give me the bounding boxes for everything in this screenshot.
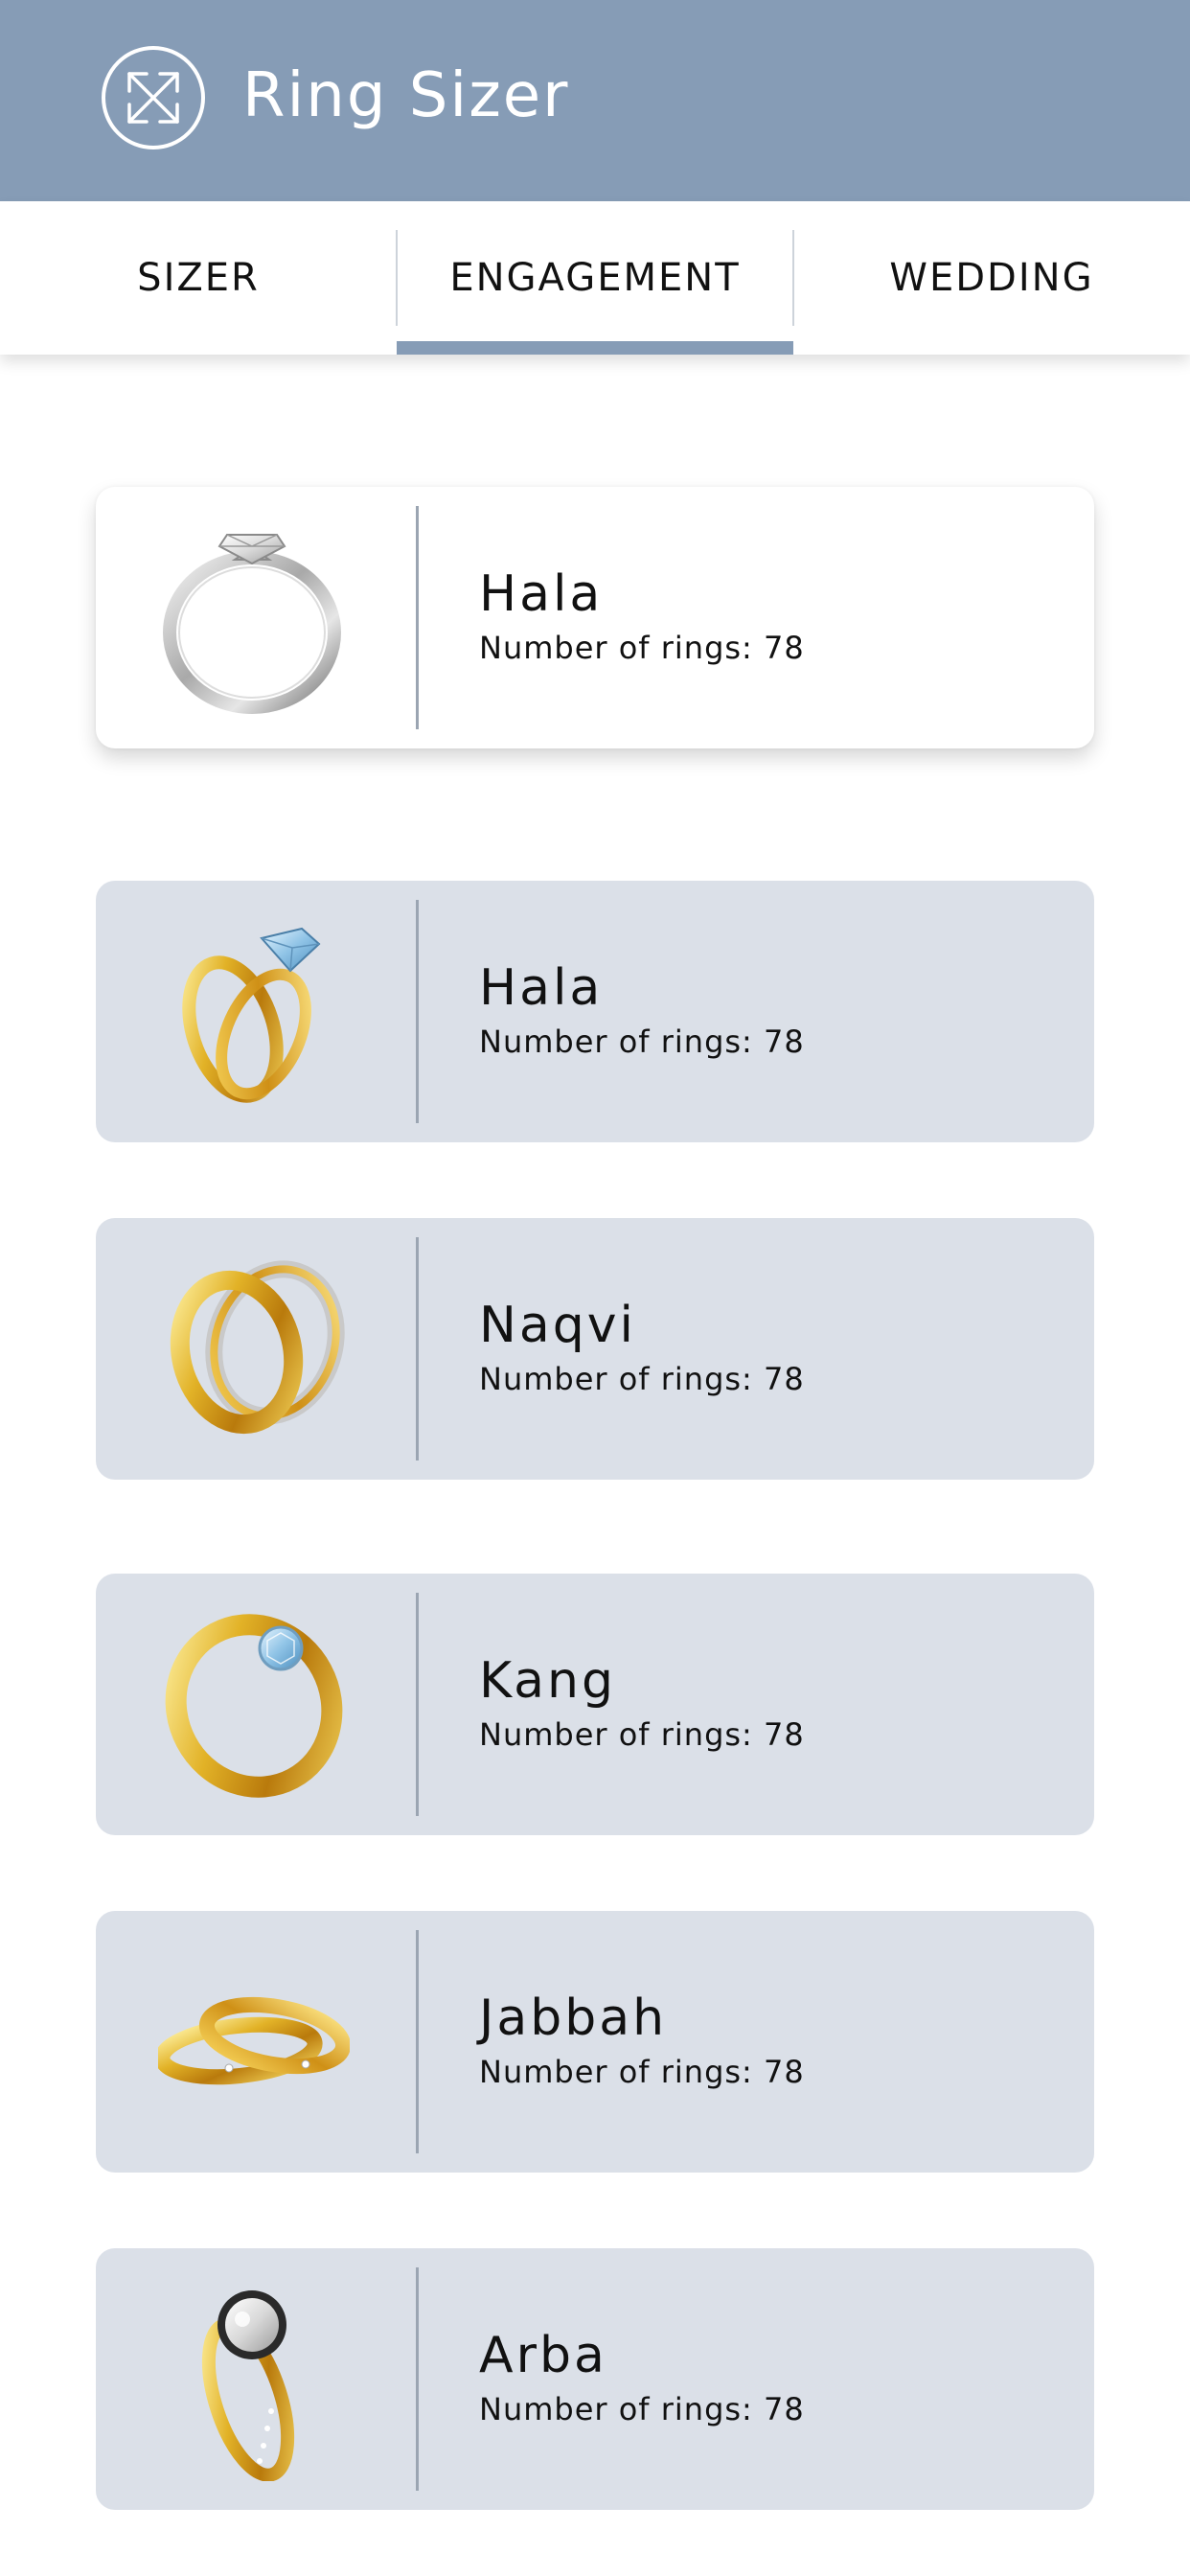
card-ring-count: Number of rings: 78 xyxy=(479,2054,805,2090)
ring-card[interactable]: Naqvi Number of rings: 78 xyxy=(96,1218,1094,1480)
active-tab-indicator xyxy=(397,341,793,355)
card-divider xyxy=(416,1237,419,1460)
gold-stacked-bands-icon xyxy=(153,1940,355,2144)
tab-engagement[interactable]: ENGAGEMENT xyxy=(397,201,793,355)
ring-card[interactable]: Kang Number of rings: 78 xyxy=(96,1574,1094,1835)
card-name: Hala xyxy=(479,959,604,1017)
ring-card[interactable]: Arba Number of rings: 78 xyxy=(96,2248,1094,2510)
gold-wedding-bands-icon xyxy=(153,1247,355,1451)
gold-cluster-ring-icon xyxy=(153,2277,355,2481)
app-root: Ring Sizer SIZER ENGAGEMENT WEDDING Hala… xyxy=(0,0,1190,2576)
ring-card[interactable]: Jabbah Number of rings: 78 xyxy=(96,1911,1094,2173)
app-header: Ring Sizer xyxy=(0,0,1190,201)
card-divider xyxy=(416,900,419,1123)
card-ring-count: Number of rings: 78 xyxy=(479,1024,805,1060)
card-divider xyxy=(416,2267,419,2491)
tab-bar: SIZER ENGAGEMENT WEDDING xyxy=(0,201,1190,355)
app-title: Ring Sizer xyxy=(242,60,570,131)
expand-arrows-icon xyxy=(101,45,206,150)
ring-card[interactable]: Hala Number of rings: 78 xyxy=(96,881,1094,1142)
tab-wedding[interactable]: WEDDING xyxy=(793,201,1190,355)
silver-solitaire-ring-icon xyxy=(153,516,355,720)
gold-diamond-ring-pair-icon xyxy=(153,909,355,1114)
card-ring-count: Number of rings: 78 xyxy=(479,1716,805,1753)
card-divider xyxy=(416,1930,419,2153)
card-name: Naqvi xyxy=(479,1297,636,1354)
gold-solitaire-ring-icon xyxy=(153,1602,355,1806)
card-ring-count: Number of rings: 78 xyxy=(479,2391,805,2427)
card-ring-count: Number of rings: 78 xyxy=(479,630,805,666)
card-name: Kang xyxy=(479,1652,617,1710)
card-name: Hala xyxy=(479,565,604,623)
tab-sizer[interactable]: SIZER xyxy=(0,201,397,355)
card-divider xyxy=(416,506,419,729)
ring-card[interactable]: Hala Number of rings: 78 xyxy=(96,487,1094,748)
card-name: Jabbah xyxy=(479,1990,668,2047)
card-ring-count: Number of rings: 78 xyxy=(479,1361,805,1397)
card-divider xyxy=(416,1593,419,1816)
card-name: Arba xyxy=(479,2327,607,2384)
